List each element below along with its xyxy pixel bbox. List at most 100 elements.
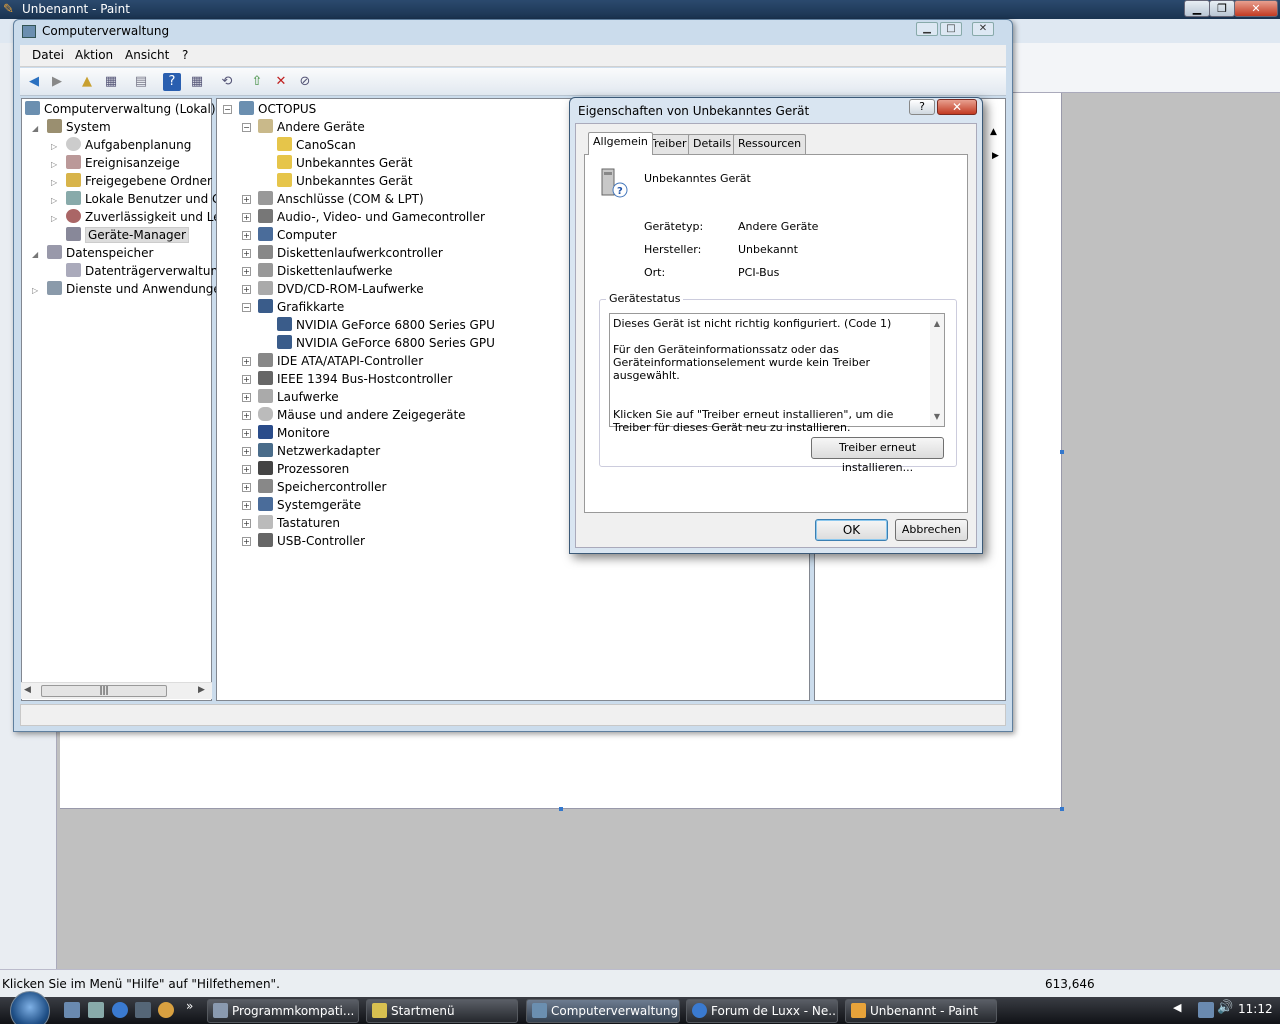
device-node[interactable]: NVIDIA GeForce 6800 Series GPU — [277, 316, 495, 334]
device-node[interactable]: + DVD/CD-ROM-Laufwerke — [242, 280, 424, 298]
device-node[interactable]: Unbekanntes Gerät — [277, 172, 413, 190]
paint-minimize-button[interactable]: ▁ — [1184, 0, 1210, 17]
browser-icon[interactable] — [112, 1002, 128, 1018]
volume-tray-icon[interactable]: 🔊 — [1217, 1000, 1233, 1015]
tree-node[interactable]: Computerverwaltung (Lokal) — [25, 100, 216, 118]
canvas-resize-handle[interactable] — [1060, 807, 1064, 811]
device-status-textbox[interactable]: Dieses Gerät ist nicht richtig konfiguri… — [609, 313, 945, 434]
unknown-device-icon: ? — [599, 167, 629, 199]
action-pane-icon[interactable]: ▦ — [188, 73, 206, 91]
scan-hardware-icon[interactable]: ⟲ — [218, 73, 236, 91]
cancel-button[interactable]: Abbrechen — [895, 519, 968, 541]
paint-close-button[interactable]: ✕ — [1234, 0, 1278, 17]
tree-node[interactable]: ◢ System — [32, 118, 111, 136]
status-scrollbar[interactable]: ▲ ▼ — [930, 314, 944, 426]
device-node[interactable]: − OCTOPUS — [223, 100, 316, 118]
scroll-left-icon[interactable]: ◀ — [24, 685, 31, 695]
svg-text:?: ? — [617, 186, 623, 197]
disk-management-icon — [66, 263, 81, 277]
device-node[interactable]: + Anschlüsse (COM & LPT) — [242, 190, 424, 208]
horizontal-scrollbar[interactable]: ◀ ||| ▶ — [21, 682, 212, 699]
scroll-up-icon[interactable]: ▲ — [930, 314, 944, 330]
task-computerverwaltung[interactable]: Computerverwaltung — [526, 999, 680, 1023]
cv-maximize-button[interactable]: □ — [940, 22, 962, 36]
device-node[interactable]: + IDE ATA/ATAPI-Controller — [242, 352, 423, 370]
menu-help[interactable]: ? — [182, 48, 188, 62]
tree-node[interactable]: ▷ Aufgabenplanung — [51, 136, 191, 154]
network-tray-icon[interactable] — [1198, 1002, 1214, 1018]
device-node[interactable]: + Netzwerkadapter — [242, 442, 380, 460]
dialog-help-button[interactable]: ? — [909, 99, 935, 115]
device-node[interactable]: + Systemgeräte — [242, 496, 361, 514]
device-node[interactable]: + Prozessoren — [242, 460, 349, 478]
update-driver-icon[interactable]: ⇧ — [248, 73, 266, 91]
cv-minimize-button[interactable]: ▁ — [916, 22, 938, 36]
cv-close-button[interactable]: ✕ — [972, 22, 994, 36]
device-node[interactable]: + Diskettenlaufwerke — [242, 262, 392, 280]
device-node[interactable]: + USB-Controller — [242, 532, 365, 550]
tab-details[interactable]: Details — [688, 134, 737, 154]
menu-ansicht[interactable]: Ansicht — [125, 48, 169, 62]
tray-expand-icon[interactable]: ◀ — [1173, 1001, 1181, 1014]
device-node[interactable]: NVIDIA GeForce 6800 Series GPU — [277, 334, 495, 352]
tree-node[interactable]: ▷ Zuverlässigkeit und Leis — [51, 208, 230, 226]
menu-aktion[interactable]: Aktion — [75, 48, 113, 62]
clock-icon[interactable] — [158, 1002, 174, 1018]
task-forum[interactable]: Forum de Luxx - Ne... — [686, 999, 838, 1023]
tree-node[interactable]: ▷ Ereignisanzeige — [51, 154, 180, 172]
tab-allgemein[interactable]: Allgemein — [588, 132, 653, 155]
properties-icon[interactable]: ▤ — [132, 73, 150, 91]
canvas-resize-handle[interactable] — [1060, 450, 1064, 454]
scroll-right-icon[interactable]: ▶ — [198, 685, 205, 695]
computer-management-icon — [22, 25, 36, 38]
device-node[interactable]: − Andere Geräte — [242, 118, 365, 136]
device-node[interactable]: + Computer — [242, 226, 337, 244]
device-node[interactable]: + Tastaturen — [242, 514, 340, 532]
clock[interactable]: 11:12 — [1238, 1002, 1273, 1016]
reliability-icon — [66, 209, 81, 223]
event-viewer-icon — [66, 155, 81, 169]
dialog-close-button[interactable]: ✕ — [937, 99, 977, 115]
device-node[interactable]: + Audio-, Video- und Gamecontroller — [242, 208, 485, 226]
tree-node[interactable]: ▷ Dienste und Anwendungen — [32, 280, 228, 298]
forward-arrow-icon[interactable]: ▶ — [48, 73, 66, 91]
device-node[interactable]: CanoScan — [277, 136, 356, 154]
task-programmkompatibilitaet[interactable]: Programmkompati... — [207, 999, 359, 1023]
device-node[interactable]: − Grafikkarte — [242, 298, 344, 316]
uninstall-icon[interactable]: ✕ — [272, 73, 290, 91]
more-quicklaunch-icon[interactable]: » — [186, 999, 193, 1013]
scroll-up-icon[interactable]: ▲ — [990, 127, 997, 137]
task-paint[interactable]: Unbenannt - Paint — [845, 999, 997, 1023]
task-startmenue[interactable]: Startmenü — [366, 999, 518, 1023]
device-node[interactable]: + Mäuse und andere Zeigegeräte — [242, 406, 466, 424]
menu-datei[interactable]: Datei — [32, 48, 64, 62]
disable-device-icon[interactable]: ⊘ — [296, 73, 314, 91]
help-icon[interactable]: ? — [163, 73, 181, 91]
computer-icon[interactable] — [135, 1002, 151, 1018]
device-node[interactable]: + Diskettenlaufwerkcontroller — [242, 244, 443, 262]
device-node[interactable]: + Monitore — [242, 424, 330, 442]
tree-node-selected[interactable]: Geräte-Manager — [66, 226, 189, 244]
expand-arrow-icon[interactable]: ▶ — [992, 151, 999, 161]
canvas-resize-handle[interactable] — [559, 807, 563, 811]
start-button[interactable] — [10, 991, 50, 1024]
ok-button[interactable]: OK — [815, 519, 888, 541]
switch-windows-icon[interactable] — [88, 1002, 104, 1018]
scrollbar-thumb[interactable]: ||| — [41, 685, 167, 697]
show-desktop-icon[interactable] — [64, 1002, 80, 1018]
back-arrow-icon[interactable]: ◀ — [25, 73, 43, 91]
device-node[interactable]: + Laufwerke — [242, 388, 339, 406]
tree-node[interactable]: ▷ Freigegebene Ordner — [51, 172, 212, 190]
tree-node[interactable]: ◢ Datenspeicher — [32, 244, 153, 262]
reinstall-driver-button[interactable]: Treiber erneut installieren... — [811, 437, 944, 474]
tree-node[interactable]: Datenträgerverwaltung — [66, 262, 226, 280]
show-tree-icon[interactable]: ▦ — [102, 73, 120, 91]
device-node[interactable]: + IEEE 1394 Bus-Hostcontroller — [242, 370, 452, 388]
folder-up-icon[interactable]: ▲ — [78, 73, 96, 91]
device-node[interactable]: Unbekanntes Gerät — [277, 154, 413, 172]
tab-ressourcen[interactable]: Ressourcen — [733, 134, 807, 154]
device-node[interactable]: + Speichercontroller — [242, 478, 386, 496]
tree-node[interactable]: ▷ Lokale Benutzer und Gr — [51, 190, 226, 208]
scroll-down-icon[interactable]: ▼ — [930, 410, 944, 423]
paint-maximize-button[interactable]: ❐ — [1209, 0, 1235, 17]
